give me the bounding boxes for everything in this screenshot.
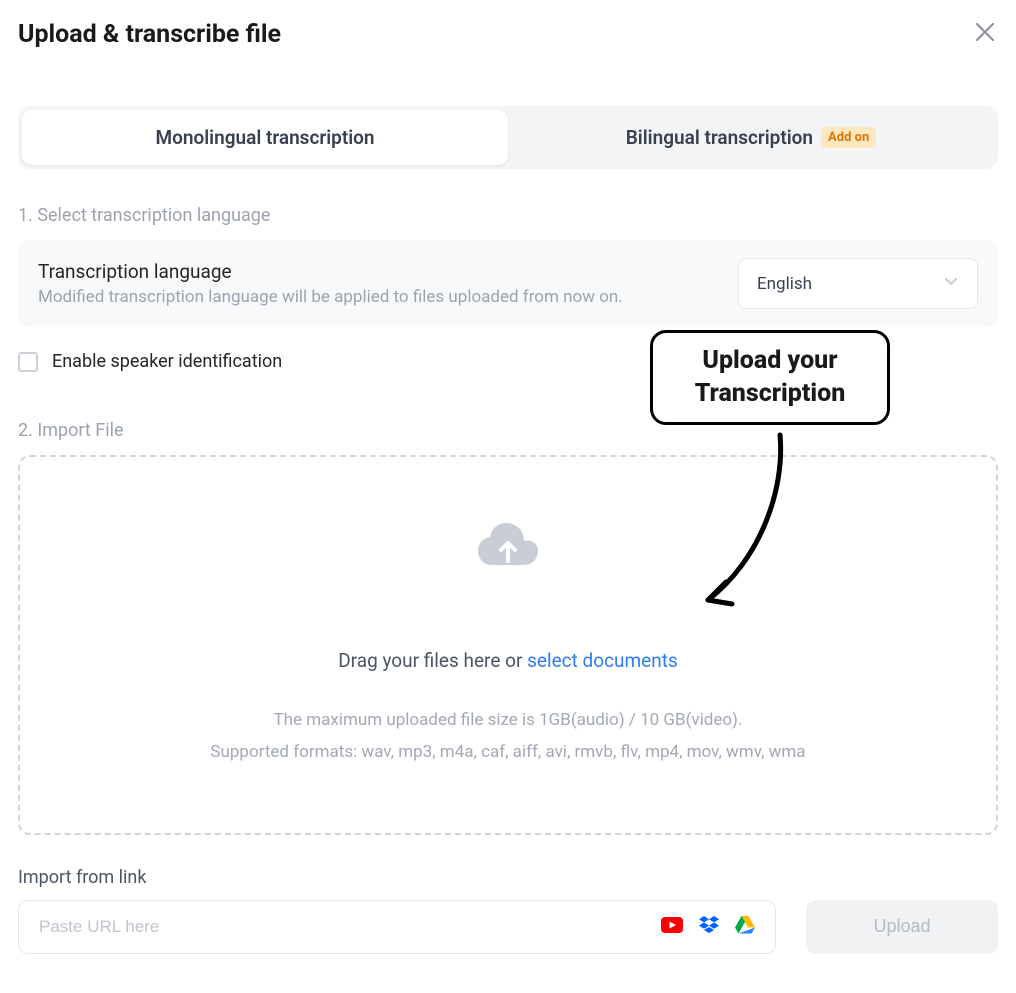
url-input-container	[18, 900, 776, 954]
drag-instruction: Drag your files here or select documents	[60, 649, 956, 672]
callout-line2: Transcription	[673, 378, 867, 411]
tab-bilingual-label: Bilingual transcription	[626, 126, 813, 149]
hint-formats: Supported formats: wav, mp3, m4a, caf, a…	[60, 736, 956, 768]
close-button[interactable]	[972, 18, 998, 50]
select-documents-link[interactable]: select documents	[527, 649, 678, 672]
file-dropzone[interactable]: Drag your files here or select documents…	[18, 455, 998, 835]
upload-button[interactable]: Upload	[806, 900, 998, 954]
page-title: Upload & transcribe file	[18, 20, 281, 49]
section-1-label: 1. Select transcription language	[18, 205, 998, 226]
language-settings-box: Transcription language Modified transcri…	[18, 240, 998, 327]
url-input[interactable]	[39, 917, 661, 937]
hint-file-size: The maximum uploaded file size is 1GB(au…	[60, 704, 956, 736]
checkbox-icon	[18, 352, 38, 372]
close-icon	[976, 23, 994, 41]
callout-line1: Upload your	[673, 345, 867, 378]
tab-bilingual[interactable]: Bilingual transcription Add on	[508, 110, 994, 165]
language-subtitle: Modified transcription language will be …	[38, 287, 738, 307]
annotation-callout: Upload your Transcription	[650, 330, 890, 425]
tab-monolingual[interactable]: Monolingual transcription	[22, 110, 508, 165]
language-title: Transcription language	[38, 260, 738, 283]
language-select[interactable]: English	[738, 258, 978, 309]
tab-monolingual-label: Monolingual transcription	[155, 126, 374, 149]
transcription-tabs: Monolingual transcription Bilingual tran…	[18, 106, 998, 169]
chevron-down-icon	[943, 273, 959, 294]
youtube-icon	[661, 917, 683, 937]
language-selected-value: English	[757, 274, 812, 294]
google-drive-icon	[735, 916, 755, 938]
dropbox-icon	[699, 916, 719, 938]
import-from-link-label: Import from link	[18, 867, 998, 888]
drag-text-prefix: Drag your files here or	[338, 649, 527, 672]
addon-badge: Add on	[821, 127, 876, 148]
speaker-identification-label: Enable speaker identification	[52, 351, 282, 372]
cloud-upload-icon	[476, 517, 540, 575]
